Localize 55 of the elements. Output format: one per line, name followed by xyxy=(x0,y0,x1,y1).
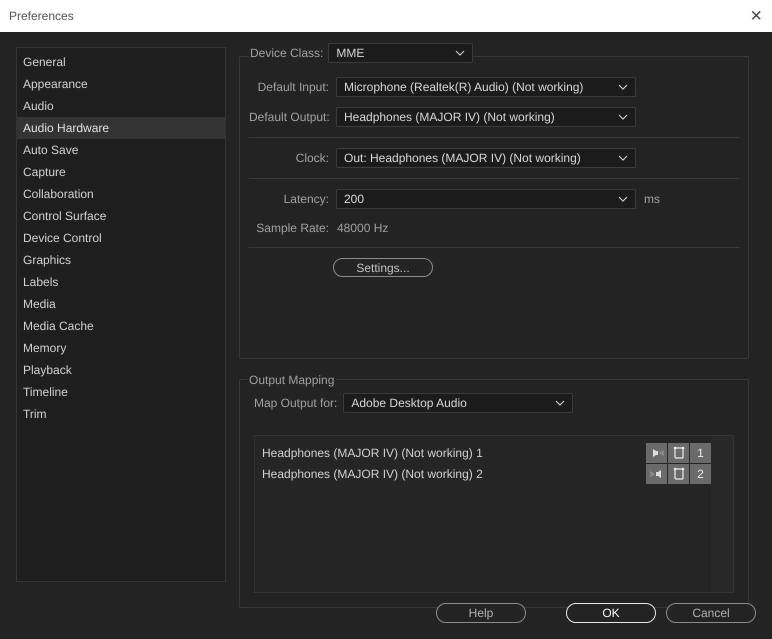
speaker-tile[interactable] xyxy=(646,464,667,484)
unit-label: ms xyxy=(644,191,660,208)
field-label: Sample Rate: xyxy=(255,220,329,237)
field-label: Clock: xyxy=(294,150,329,167)
channel-number: 2 xyxy=(690,464,711,484)
dialog-button[interactable]: Help xyxy=(436,603,526,623)
sidebar-item[interactable]: Trim xyxy=(17,403,225,425)
channel-name: Headphones (MAJOR IV) (Not working) 2 xyxy=(262,466,483,482)
field-label: Device Class: xyxy=(250,45,324,62)
dialog-button[interactable]: OK xyxy=(566,603,656,623)
field-label: Default Output: xyxy=(249,109,329,126)
sidebar-item[interactable]: Media Cache xyxy=(17,315,225,337)
sidebar-item[interactable]: Control Surface xyxy=(17,205,225,227)
close-button[interactable]: × xyxy=(750,6,762,26)
sample-rate-value: 48000 Hz xyxy=(336,220,388,237)
chevron-down-icon xyxy=(618,84,628,90)
sidebar-item[interactable]: Labels xyxy=(17,271,225,293)
field-label: Map Output for: xyxy=(254,395,338,412)
sidebar-item[interactable]: Timeline xyxy=(17,381,225,403)
default-output-dropdown[interactable]: Headphones (MAJOR IV) (Not working) xyxy=(336,107,636,127)
chevron-down-icon xyxy=(618,155,628,161)
sidebar-item[interactable]: Audio xyxy=(17,95,225,117)
sidebar-item[interactable]: Graphics xyxy=(17,249,225,271)
sidebar-item[interactable]: Memory xyxy=(17,337,225,359)
sidebar-item[interactable]: Appearance xyxy=(17,73,225,95)
bracket-tile[interactable] xyxy=(668,464,689,484)
bracket-icon xyxy=(672,466,686,480)
chevron-down-icon xyxy=(618,114,628,120)
sidebar-item[interactable]: Auto Save xyxy=(17,139,225,161)
channel-number: 1 xyxy=(690,442,711,462)
sidebar-item[interactable]: Media xyxy=(17,293,225,315)
dialog-button[interactable]: Cancel xyxy=(666,603,756,623)
bracket-icon xyxy=(672,446,686,460)
speaker-icon xyxy=(650,468,664,478)
device-class-dropdown[interactable]: MME xyxy=(328,43,474,63)
field-label: Latency: xyxy=(282,191,329,208)
field-label: Default Input: xyxy=(256,79,329,96)
window-title: Preferences xyxy=(9,8,74,25)
sidebar-item[interactable]: Playback xyxy=(17,359,225,381)
default-input-dropdown[interactable]: Microphone (Realtek(R) Audio) (Not working) xyxy=(336,77,636,97)
speaker-tile[interactable] xyxy=(646,442,667,462)
sidebar-item[interactable]: Audio Hardware xyxy=(17,117,225,139)
chevron-down-icon xyxy=(618,196,628,202)
sidebar-item[interactable]: General xyxy=(17,51,225,73)
sidebar-item[interactable]: Capture xyxy=(17,161,225,183)
map-output-dropdown[interactable]: Adobe Desktop Audio xyxy=(343,393,574,413)
bracket-tile[interactable] xyxy=(668,442,689,462)
sidebar-item[interactable]: Device Control xyxy=(17,227,225,249)
clock-dropdown[interactable]: Out: Headphones (MAJOR IV) (Not working) xyxy=(336,148,636,168)
chevron-down-icon xyxy=(555,400,566,406)
sidebar-item[interactable]: Collaboration xyxy=(17,183,225,205)
chevron-down-icon xyxy=(455,50,466,56)
settings-button[interactable]: Settings... xyxy=(333,258,433,277)
channel-name: Headphones (MAJOR IV) (Not working) 1 xyxy=(262,444,483,462)
latency-dropdown[interactable]: 200 xyxy=(336,189,636,209)
